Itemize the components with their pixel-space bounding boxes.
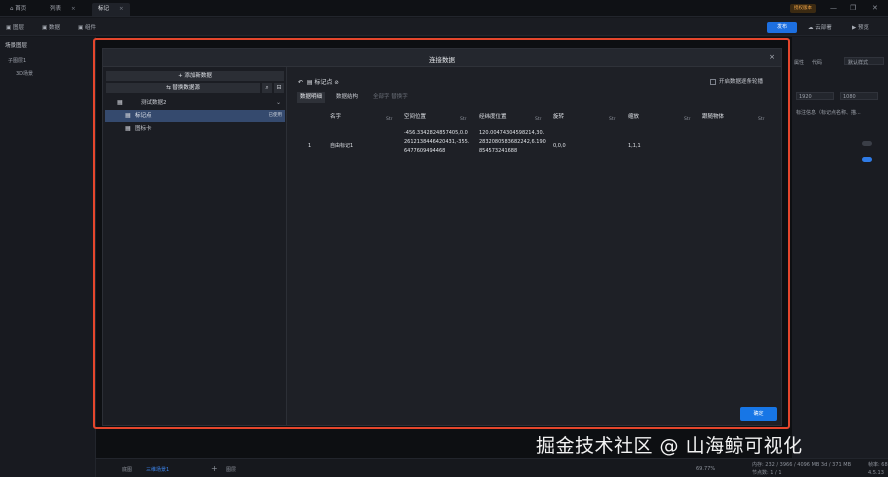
- add-icon[interactable]: +: [211, 464, 218, 473]
- fps-stats: 帧率: 68: [868, 462, 888, 468]
- search-icon[interactable]: ⌕: [262, 83, 272, 93]
- plus-icon: +: [178, 73, 183, 79]
- checkbox[interactable]: [710, 78, 716, 85]
- row-index: 1: [308, 143, 312, 149]
- tree-item-selected[interactable]: ▦ 标记点 已使用: [105, 110, 285, 122]
- basemap-label[interactable]: 底图: [122, 466, 132, 473]
- column-header[interactable]: 名字: [330, 112, 341, 120]
- tree-folder[interactable]: ▦ 测试数据2 ⌄: [105, 97, 285, 109]
- data-detail: ↶ ▤ 标记点 ⊘ 开启数据逐条轮播 数据明细 数据结构 全部字 替换字 名字 …: [288, 67, 781, 425]
- close-icon[interactable]: ×: [71, 6, 76, 12]
- tab-data-structure[interactable]: 数据结构: [333, 92, 361, 103]
- chevron-down-icon[interactable]: ⌄: [276, 97, 281, 109]
- publish-button[interactable]: 发布: [767, 22, 797, 33]
- toggle-switch[interactable]: [862, 157, 872, 162]
- column-header[interactable]: 空间位置: [404, 112, 426, 120]
- watermark: 掘金技术社区 @ 山海鲸可视化: [536, 435, 803, 457]
- column-type: Str: [684, 117, 691, 122]
- cloud-deploy-button[interactable]: ☁ 云部署: [808, 23, 832, 31]
- style-select[interactable]: 默认样式: [844, 57, 884, 66]
- layer-label[interactable]: 图层: [226, 466, 236, 473]
- dialog-header: 连接数据 ×: [103, 49, 781, 67]
- status-bar: 底图 三维场景1 + 图层 69.77% 内存: 232 / 3966 / 40…: [96, 458, 888, 477]
- collapse-icon[interactable]: ⊟: [274, 83, 284, 93]
- toggle-switch[interactable]: [862, 141, 872, 146]
- table-icon: ▦: [125, 112, 131, 119]
- connect-data-dialog: 连接数据 × + 添加新数据 ⇆ 替换数据源 ⌕ ⊟ ▦ 测试数据2 ⌄ ▦ 标…: [102, 48, 782, 426]
- column-type: Str: [386, 117, 393, 122]
- toolbar-components[interactable]: ▣ 组件: [78, 23, 96, 31]
- edit-icon[interactable]: ⊘: [334, 80, 338, 86]
- annotation-note: 标注信息（标记点名称、描...: [796, 110, 861, 116]
- cell-name[interactable]: 自由标记1: [330, 142, 353, 151]
- preview-button[interactable]: ▶ 预览: [852, 23, 869, 31]
- in-use-badge: 已使用: [268, 113, 283, 118]
- column-type: Str: [758, 117, 765, 122]
- tab-properties[interactable]: 属性: [794, 59, 804, 66]
- column-header[interactable]: 跟随物体: [702, 112, 724, 120]
- close-icon[interactable]: ×: [119, 6, 124, 12]
- column-header[interactable]: 经纬度位置: [479, 112, 507, 120]
- column-type: Str: [460, 117, 467, 122]
- add-data-button[interactable]: + 添加新数据: [106, 71, 284, 81]
- confirm-button[interactable]: 确定: [740, 407, 777, 421]
- tree-item[interactable]: ▦ 图标卡: [105, 123, 285, 135]
- tab-mark[interactable]: 标记 ×: [92, 3, 130, 16]
- replace-data-button[interactable]: ⇆ 替换数据源: [106, 83, 260, 93]
- tab-replace[interactable]: 全部字 替换字: [370, 92, 411, 103]
- width-field[interactable]: 1920: [796, 92, 834, 100]
- cell-position[interactable]: 6477609494468: [404, 147, 445, 156]
- main-toolbar: ▣ 图层 ▣ 数据 ▣ 组件 发布 ☁ 云部署 ▶ 预览: [0, 18, 888, 36]
- column-type: Str: [535, 117, 542, 122]
- title-bar: ⌂ 首页 列表 × 标记 × 授权版本 — ❐ ✕: [0, 0, 888, 17]
- properties-panel: 属性 代码 默认样式 1920 1080 标注信息（标记点名称、描...: [792, 37, 888, 477]
- zoom-level[interactable]: 69.77%: [696, 466, 715, 472]
- table-header: 名字 Str 空间位置 Str 经纬度位置 Str 旋转 Str 缩放 Str …: [298, 112, 781, 126]
- column-type: Str: [609, 117, 616, 122]
- tab-list[interactable]: 列表 ×: [44, 3, 82, 16]
- tab-code[interactable]: 代码: [812, 59, 822, 66]
- table-icon: ▦: [125, 125, 131, 132]
- dialog-title: 连接数据: [429, 56, 455, 64]
- swap-icon: ⇆: [166, 85, 171, 91]
- table-icon: ▦: [117, 99, 123, 106]
- layers-panel-title: 场景图层: [5, 43, 28, 49]
- license-badge[interactable]: 授权版本: [790, 4, 816, 13]
- column-header[interactable]: 旋转: [553, 112, 564, 120]
- memory-stats: 内存: 232 / 3966 / 4096 MB 3d / 371 MB: [752, 462, 852, 468]
- replace-row: ⇆ 替换数据源 ⌕ ⊟: [106, 83, 284, 93]
- layers-panel: 场景图层 子图层1 3D场景: [0, 37, 96, 477]
- layer-row[interactable]: 3D场景: [16, 70, 33, 77]
- height-field[interactable]: 1080: [840, 92, 878, 100]
- close-window-icon[interactable]: ✕: [872, 4, 878, 12]
- cell-position[interactable]: -456.3342824857405,0.0: [404, 129, 468, 138]
- source-header: ↶ ▤ 标记点 ⊘: [298, 77, 339, 86]
- cell-lnglat[interactable]: 120.00474304598214,30.: [479, 129, 544, 138]
- home-icon: ⌂: [10, 6, 14, 12]
- active-scene-tab[interactable]: 三维场景1: [146, 466, 169, 473]
- close-icon[interactable]: ×: [769, 53, 775, 61]
- node-stats: 节点数: 1 / 1: [752, 470, 782, 476]
- back-icon[interactable]: ↶: [298, 79, 303, 86]
- cell-scale[interactable]: 1,1,1: [628, 142, 641, 151]
- tab-home[interactable]: ⌂ 首页: [4, 3, 32, 16]
- cell-lnglat[interactable]: 854573241688: [479, 147, 517, 156]
- carousel-checkbox[interactable]: 开启数据逐条轮播: [710, 77, 763, 85]
- cell-lnglat[interactable]: 2832080583682242,6.190: [479, 138, 546, 147]
- maximize-icon[interactable]: ❐: [850, 4, 856, 12]
- layer-row[interactable]: 子图层1: [8, 57, 26, 64]
- cell-rotation[interactable]: 0,0,0: [553, 142, 566, 151]
- tab-data-detail[interactable]: 数据明细: [297, 92, 326, 103]
- cell-position[interactable]: 2612138446420431,-355.: [404, 138, 469, 147]
- data-source-list: + 添加新数据 ⇆ 替换数据源 ⌕ ⊟ ▦ 测试数据2 ⌄ ▦ 标记点 已使用 …: [103, 67, 287, 425]
- version-label: 4.5.13: [868, 470, 884, 476]
- table-icon: ▤: [306, 79, 313, 86]
- toolbar-data[interactable]: ▣ 数据: [42, 23, 60, 31]
- column-header[interactable]: 缩放: [628, 112, 639, 120]
- minimize-icon[interactable]: —: [830, 4, 837, 12]
- toolbar-layers[interactable]: ▣ 图层: [6, 23, 24, 31]
- source-name: 标记点: [314, 79, 333, 86]
